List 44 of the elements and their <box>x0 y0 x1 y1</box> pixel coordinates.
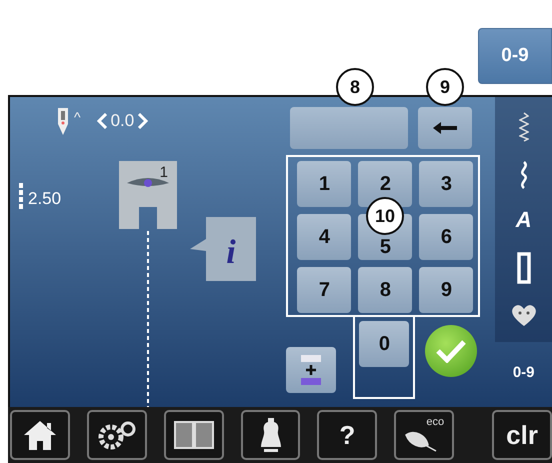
number-key[interactable]: 8 <box>358 267 412 313</box>
number-key[interactable]: 9 <box>419 267 474 313</box>
settings-icon <box>96 420 137 450</box>
alphabet-button[interactable]: A <box>516 207 532 234</box>
needle-up-indicator: ^ <box>74 109 81 125</box>
number-key[interactable]: 4 <box>297 214 352 260</box>
stitch-category-button[interactable] <box>518 112 529 142</box>
book-icon <box>172 420 215 450</box>
number-key[interactable]: 1 <box>297 161 352 207</box>
stitch-length-icon <box>18 183 24 211</box>
settings-button[interactable] <box>86 410 147 460</box>
leaf-icon <box>404 431 438 453</box>
number-key[interactable]: 6 <box>419 214 474 260</box>
heart-icon <box>510 302 538 327</box>
stitch-category-button[interactable] <box>510 302 538 327</box>
number-key[interactable]: 3 <box>419 161 474 207</box>
sidebar-numbers-label: 0-9 <box>512 364 536 381</box>
number-key[interactable]: 2 <box>358 161 412 207</box>
stitch-length-value: 2.50 <box>28 189 62 209</box>
clear-button[interactable]: clr <box>492 410 552 460</box>
callout-tooltip: 8 <box>336 68 374 106</box>
dress-form-icon <box>260 417 282 453</box>
numbers-mode-button[interactable]: 0-9 <box>478 28 552 84</box>
checkmark-icon <box>436 339 466 363</box>
right-chevron-icon[interactable] <box>138 113 148 129</box>
help-button[interactable]: ? <box>317 410 378 460</box>
home-button[interactable] <box>10 410 70 460</box>
tutorial-button[interactable] <box>164 410 224 460</box>
left-chevron-icon[interactable] <box>96 113 107 129</box>
number-key[interactable]: 7 <box>297 267 352 313</box>
zigzag-stitch-icon <box>518 112 529 142</box>
backspace-button[interactable] <box>418 107 472 149</box>
callout-tooltip: 9 <box>426 68 464 106</box>
number-key[interactable]: 0 <box>359 321 410 367</box>
needle-icon <box>56 106 70 136</box>
needle-position-value: 0.0 <box>110 111 134 131</box>
left-arrow-icon <box>433 122 458 134</box>
buttonhole-icon <box>516 252 531 284</box>
plus-minus-button[interactable] <box>286 347 336 393</box>
dress-form-button[interactable] <box>240 410 300 460</box>
number-input-field[interactable] <box>290 107 408 149</box>
home-icon <box>22 418 58 452</box>
presser-foot-number: 1 <box>160 165 168 180</box>
eco-button[interactable]: eco <box>394 410 454 460</box>
